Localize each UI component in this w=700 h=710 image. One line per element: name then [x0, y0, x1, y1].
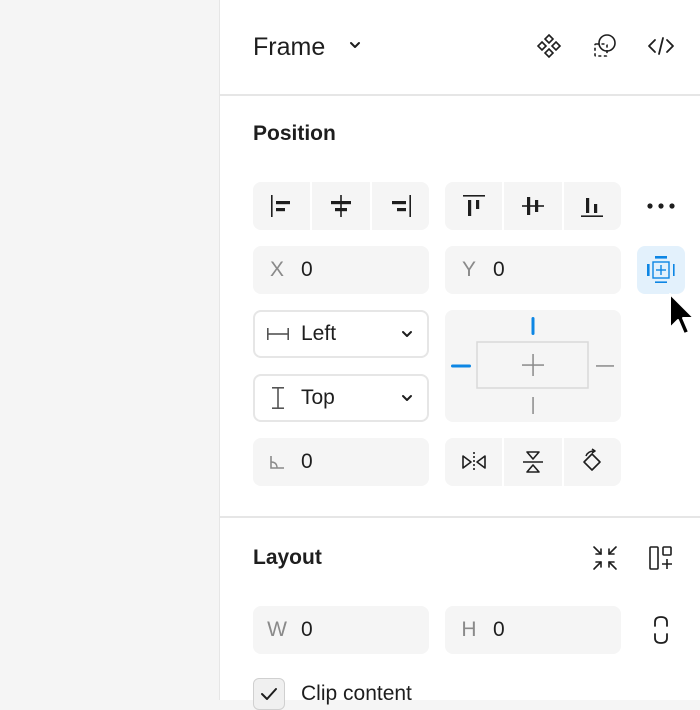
vertical-constraint-icon: [255, 386, 301, 410]
x-label: X: [269, 258, 284, 281]
align-top-icon[interactable]: [445, 182, 505, 230]
constraint-left-active: [451, 364, 471, 368]
constraint-center-h: [522, 364, 544, 366]
constraints-icon: [647, 256, 675, 283]
vertical-constraint-value: Top: [301, 386, 335, 409]
code-icon[interactable]: [645, 30, 677, 62]
y-value[interactable]: 0: [493, 258, 505, 282]
constraints-widget[interactable]: [445, 310, 621, 422]
align-horizontal-center-icon[interactable]: [312, 182, 372, 230]
more-icon[interactable]: [645, 190, 677, 222]
canvas-area[interactable]: [0, 0, 219, 700]
divider: [220, 516, 700, 518]
horizontal-align-group: [253, 182, 429, 230]
align-right-icon[interactable]: [372, 182, 429, 230]
w-value[interactable]: 0: [301, 618, 313, 642]
horizontal-constraint-icon: [255, 327, 301, 341]
resize-to-fit-icon[interactable]: [589, 542, 621, 574]
align-left-icon[interactable]: [253, 182, 313, 230]
transform-group: [445, 438, 621, 486]
height-input[interactable]: H 0: [445, 606, 621, 654]
y-input[interactable]: Y 0: [445, 246, 621, 294]
component-icon[interactable]: [533, 30, 565, 62]
flip-vertical-icon[interactable]: [504, 438, 564, 486]
h-value[interactable]: 0: [493, 618, 505, 642]
properties-panel: Frame Position X 0 Y 0 Left Top 0 Layout…: [219, 0, 700, 710]
chevron-down-icon: [387, 391, 427, 405]
clip-content-checkbox[interactable]: [253, 678, 285, 710]
mouse-cursor-icon: [668, 292, 698, 342]
horizontal-constraint-value: Left: [301, 322, 337, 345]
constrain-proportions-icon[interactable]: [645, 614, 677, 646]
flip-horizontal-icon[interactable]: [445, 438, 505, 486]
horizontal-constraint-select[interactable]: Left: [253, 310, 429, 358]
vertical-align-group: [445, 182, 621, 230]
chevron-down-icon: [387, 327, 427, 341]
constraint-bottom: [532, 397, 534, 414]
chevron-down-icon[interactable]: [348, 38, 362, 52]
mask-icon[interactable]: [589, 30, 621, 62]
rotation-icon: [253, 453, 301, 471]
frame-title[interactable]: Frame: [253, 30, 325, 64]
rotation-input[interactable]: 0: [253, 438, 429, 486]
clip-content-label[interactable]: Clip content: [301, 680, 412, 708]
h-label: H: [461, 618, 477, 641]
constraint-top-active: [531, 317, 535, 335]
rotate-icon[interactable]: [564, 438, 621, 486]
align-vertical-center-icon[interactable]: [504, 182, 564, 230]
rotation-value[interactable]: 0: [301, 450, 313, 474]
vertical-constraint-select[interactable]: Top: [253, 374, 429, 422]
add-auto-layout-icon[interactable]: [645, 542, 677, 574]
width-input[interactable]: W 0: [253, 606, 429, 654]
constraint-right: [596, 365, 614, 367]
y-label: Y: [461, 258, 476, 281]
layout-section-title: Layout: [253, 546, 322, 569]
check-icon: [261, 688, 277, 700]
constraints-toggle-button[interactable]: [637, 246, 685, 294]
position-section-title: Position: [253, 122, 336, 145]
align-bottom-icon[interactable]: [564, 182, 621, 230]
x-input[interactable]: X 0: [253, 246, 429, 294]
w-label: W: [267, 618, 287, 641]
divider: [220, 94, 700, 96]
x-value[interactable]: 0: [301, 258, 313, 282]
